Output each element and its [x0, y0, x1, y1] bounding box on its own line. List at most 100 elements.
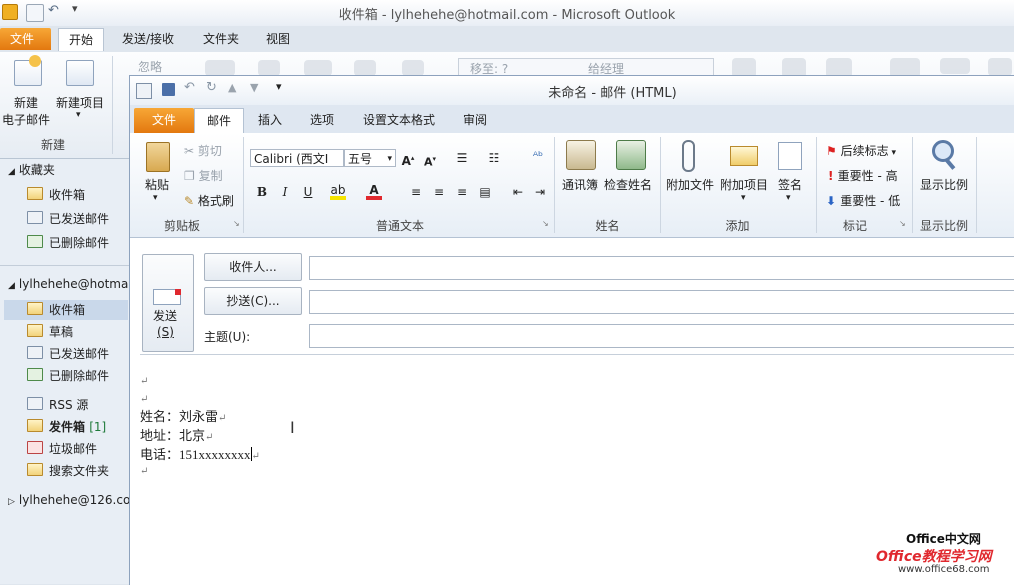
- chevron-down-icon: ▾: [786, 193, 791, 203]
- attach-item-label: 附加项目: [720, 178, 769, 192]
- cc-button[interactable]: 抄送(C)...: [204, 287, 302, 315]
- nav-folder-sent[interactable]: 已发送邮件: [27, 344, 109, 364]
- bullets-icon[interactable]: ☰: [454, 150, 470, 166]
- body-line-1: ↵: [140, 372, 148, 388]
- nav-folder-deleted[interactable]: 已删除邮件: [27, 366, 109, 386]
- nav-folder-drafts[interactable]: 草稿: [27, 322, 73, 342]
- paste-button[interactable]: 粘贴 ▾: [140, 138, 174, 208]
- numbering-icon[interactable]: ☷: [486, 150, 502, 166]
- decrease-indent-icon[interactable]: ⇤: [510, 184, 526, 200]
- low-importance-button[interactable]: ⬇ 重要性 - 低: [826, 192, 900, 209]
- outbox-unread-count: [1]: [89, 420, 107, 434]
- scissors-icon: ✂: [184, 144, 198, 158]
- cc-field[interactable]: [309, 290, 1014, 314]
- ibeam-pointer-icon: I: [290, 418, 295, 437]
- address-book-icon: [566, 140, 596, 170]
- new-email-button[interactable]: 新建 电子邮件: [2, 55, 56, 127]
- format-painter-button[interactable]: ✎ 格式刷: [184, 192, 234, 209]
- subject-field[interactable]: [309, 324, 1014, 348]
- reply-all-icon: [304, 60, 332, 76]
- account-hotmail-header[interactable]: ◢ lylhehehe@hotmail: [8, 274, 129, 294]
- dialog-launcher-icon[interactable]: ↘: [233, 219, 240, 228]
- nav-favorite-sent[interactable]: 已发送邮件: [27, 209, 109, 229]
- zoom-button[interactable]: 显示比例: [916, 138, 972, 208]
- expand-arrow-icon: ◢: [8, 281, 15, 291]
- favorites-header[interactable]: ◢ 收藏夹: [8, 160, 129, 180]
- nav-item-label: 草稿: [49, 325, 74, 339]
- forward-icon: [354, 60, 376, 76]
- nav-favorite-inbox[interactable]: 收件箱: [27, 185, 85, 205]
- meeting-icon: [402, 60, 424, 76]
- trash-icon: [27, 235, 43, 248]
- shrink-font-icon[interactable]: A▾: [422, 151, 438, 169]
- nav-folder-outbox[interactable]: 发件箱 [1]: [27, 417, 106, 437]
- inbox-icon: [27, 302, 43, 315]
- msg-tab-file[interactable]: 文件: [134, 108, 194, 133]
- nav-folder-junk[interactable]: 垃圾邮件: [27, 439, 97, 459]
- msg-tab-message[interactable]: 邮件: [194, 108, 245, 134]
- check-names-button[interactable]: 检查姓名: [604, 138, 656, 198]
- ribbon-separator: [554, 137, 555, 233]
- to-button[interactable]: 收件人...: [204, 253, 302, 281]
- favorites-label: 收藏夹: [18, 163, 55, 177]
- down-arrow-icon: ⬇: [826, 194, 841, 208]
- search-folder-icon: [27, 463, 43, 476]
- new-items-label: 新建项目: [56, 96, 105, 110]
- dialog-launcher-icon[interactable]: ↘: [899, 219, 906, 228]
- signature-icon: [778, 142, 802, 170]
- magnifier-icon: [932, 140, 954, 162]
- attach-item-button[interactable]: 附加项目 ▾: [718, 138, 770, 208]
- tab-home[interactable]: 开始: [58, 28, 105, 51]
- copy-button[interactable]: ❐ 复制: [184, 167, 223, 184]
- font-size-combo[interactable]: 五号 ▾: [344, 149, 396, 167]
- font-color-icon[interactable]: A: [366, 182, 382, 200]
- copy-icon: ❐: [184, 169, 199, 183]
- underline-icon[interactable]: U: [300, 184, 316, 200]
- tab-file[interactable]: 文件: [0, 28, 51, 50]
- align-center-icon[interactable]: ≡: [431, 184, 447, 200]
- nav-folder-rss[interactable]: RSS 源: [27, 395, 88, 415]
- new-items-button[interactable]: 新建项目 ▾: [56, 56, 106, 126]
- tab-view[interactable]: 视图: [256, 28, 300, 50]
- align-right-icon[interactable]: ≡: [454, 184, 470, 200]
- justify-icon[interactable]: ▤: [477, 184, 493, 200]
- paragraph-mark-icon: ↵: [140, 394, 149, 405]
- high-importance-button[interactable]: ! 重要性 - 高: [828, 167, 898, 184]
- msg-tab-insert[interactable]: 插入: [246, 108, 294, 133]
- msg-tab-review[interactable]: 审阅: [451, 108, 499, 133]
- msg-tab-options[interactable]: 选项: [298, 108, 346, 133]
- follow-up-button[interactable]: ⚑ 后续标志 ▾: [826, 142, 896, 159]
- cut-button[interactable]: ✂ 剪切: [184, 142, 222, 159]
- account-126-header[interactable]: ▷ lylhehehe@126.cor: [8, 490, 129, 510]
- check-names-icon: [616, 140, 646, 170]
- align-left-icon[interactable]: ≡: [408, 184, 424, 200]
- send-button[interactable]: 发送 (S): [142, 254, 194, 352]
- tab-send-receive[interactable]: 发送/接收: [112, 28, 184, 50]
- highlight-icon[interactable]: ab: [330, 182, 346, 200]
- ignore-button[interactable]: 忽略: [138, 58, 162, 75]
- outbox-icon: [27, 419, 43, 432]
- font-name-combo[interactable]: Calibri (西文I: [250, 149, 344, 167]
- paragraph-mark-icon: ↵: [251, 451, 260, 462]
- attach-file-button[interactable]: 附加文件: [664, 138, 716, 208]
- increase-indent-icon[interactable]: ⇥: [532, 184, 548, 200]
- grow-font-icon[interactable]: A▴: [400, 150, 416, 168]
- dialog-launcher-icon[interactable]: ↘: [542, 219, 549, 228]
- ribbon-separator: [976, 137, 977, 233]
- chevron-down-icon: ▾: [153, 193, 158, 203]
- ribbon-separator: [660, 137, 661, 233]
- msg-tab-format-text[interactable]: 设置文本格式: [351, 108, 447, 133]
- bold-icon[interactable]: B: [254, 184, 270, 200]
- new-email-icon: [14, 55, 42, 86]
- tab-folder[interactable]: 文件夹: [193, 28, 249, 50]
- address-book-button[interactable]: 通讯簿: [560, 138, 600, 198]
- nav-favorite-deleted[interactable]: 已删除邮件: [27, 233, 109, 253]
- to-field[interactable]: [309, 256, 1014, 280]
- clear-formatting-icon[interactable]: ᴬᵇ: [530, 148, 546, 164]
- nav-folder-inbox[interactable]: 收件箱: [27, 300, 85, 320]
- signature-button[interactable]: 签名 ▾: [772, 138, 808, 208]
- italic-icon[interactable]: I: [277, 184, 293, 200]
- nav-folder-search[interactable]: 搜索文件夹: [27, 461, 109, 481]
- body-line-2: ↵: [140, 390, 148, 406]
- expand-arrow-icon: ◢: [8, 167, 15, 177]
